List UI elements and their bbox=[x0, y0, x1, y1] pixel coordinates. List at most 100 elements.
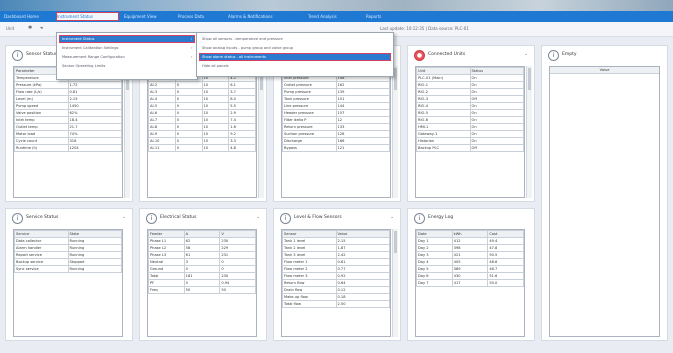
table-row[interactable]: Runtime (h) 1204 bbox=[14, 144, 122, 152]
data-grid[interactable]: ParameterValueTemperatureNormalPressure … bbox=[13, 66, 123, 198]
table-row[interactable]: RIO-2 On bbox=[416, 88, 524, 96]
table-row[interactable]: Return flow 0.64 bbox=[282, 279, 390, 287]
table-row[interactable]: Pressure (kPa) 1.72 bbox=[14, 81, 122, 89]
table-row[interactable]: Flow meter 2 0.77 bbox=[282, 265, 390, 273]
pin-icon[interactable]: ✱ bbox=[28, 25, 32, 31]
data-grid[interactable]: Unit Status PLC-01 (Main) On RIO-1 On RIO-2 On R… bbox=[415, 66, 525, 198]
table-row[interactable]: Report service Running bbox=[14, 251, 122, 259]
table-row[interactable]: RIO-3 Off bbox=[416, 95, 524, 103]
table-row[interactable]: Ground 0 0 bbox=[148, 265, 256, 273]
table-row[interactable]: Freq 50 50 bbox=[148, 286, 256, 294]
table-row[interactable]: Backup service Stopped bbox=[14, 258, 122, 266]
menu-item-instrument-status[interactable]: Instrument Status bbox=[56, 12, 119, 21]
vertical-scrollbar[interactable] bbox=[258, 66, 264, 198]
table-row[interactable]: RIO-5 On bbox=[416, 109, 524, 117]
table-row[interactable]: Inlet temp 18.4 bbox=[14, 116, 122, 124]
menu-item-trends[interactable]: Trend Analysis bbox=[308, 13, 360, 20]
table-row[interactable]: Pump speed 1450 bbox=[14, 102, 122, 110]
vertical-scrollbar[interactable] bbox=[392, 66, 398, 198]
menu-item-alarms[interactable]: Alarms & Notifications bbox=[228, 13, 302, 20]
table-row[interactable]: AI-7 0 10 7.4 bbox=[148, 116, 256, 124]
table-row[interactable]: Filter delta P 12 bbox=[282, 116, 390, 124]
table-row[interactable]: Drain flow 0.12 bbox=[282, 286, 390, 294]
nav-back-icon[interactable]: ◂ bbox=[40, 25, 43, 31]
table-row[interactable]: Tank 1 level 2.15 bbox=[282, 237, 390, 245]
table-row[interactable]: AI-5 0 10 5.5 bbox=[148, 102, 256, 110]
table-row[interactable]: Day 2 398 47.8 bbox=[416, 244, 524, 252]
table-row[interactable]: Neutral 3 0 bbox=[148, 258, 256, 266]
table-row[interactable]: AI-6 0 10 2.9 bbox=[148, 109, 256, 117]
table-row[interactable]: Suction pressure 128 bbox=[282, 130, 390, 138]
table-row[interactable]: AI-2 0 10 6.1 bbox=[148, 81, 256, 89]
data-grid[interactable]: Sensor Value Tank 1 level 2.15 Tank 2 level 1… bbox=[281, 229, 391, 337]
table-row[interactable]: Return pressure 133 bbox=[282, 123, 390, 131]
menu-item-reports[interactable]: Reports bbox=[366, 13, 396, 20]
menu-item-process-data[interactable]: Process Data bbox=[178, 13, 222, 20]
table-row[interactable]: Phase L3 61 231 bbox=[148, 251, 256, 259]
chevron-down-icon[interactable]: ⌄ bbox=[256, 215, 260, 220]
flyout-item[interactable]: Show alarm status - all instruments bbox=[199, 53, 391, 61]
table-row[interactable]: Phase L2 58 229 bbox=[148, 244, 256, 252]
submenu-item[interactable]: Measurement Range Configuration › bbox=[60, 54, 194, 60]
table-row[interactable]: AI-11 0 10 4.8 bbox=[148, 144, 256, 152]
chevron-down-icon[interactable]: ⌄ bbox=[390, 215, 394, 220]
chevron-down-icon[interactable]: ⌄ bbox=[122, 215, 126, 220]
table-row[interactable]: Pump pressure 139 bbox=[282, 88, 390, 96]
submenu-item[interactable]: Instrument Calibration Settings › bbox=[60, 45, 194, 51]
table-row[interactable]: RIO-6 On bbox=[416, 116, 524, 124]
table-row[interactable]: Total 181 230 bbox=[148, 272, 256, 280]
table-row[interactable]: Day 1 412 49.4 bbox=[416, 237, 524, 245]
menu-item-equipment[interactable]: Equipment View bbox=[124, 13, 172, 20]
table-row[interactable]: Bypass 121 bbox=[282, 144, 390, 152]
table-row[interactable]: AI-3 0 10 3.7 bbox=[148, 88, 256, 96]
table-row[interactable]: AI-10 0 10 3.3 bbox=[148, 137, 256, 145]
table-row[interactable]: Tank 2 level 1.87 bbox=[282, 244, 390, 252]
table-row[interactable]: Day 4 405 48.6 bbox=[416, 258, 524, 266]
table-row[interactable]: Data collector Running bbox=[14, 237, 122, 245]
data-grid[interactable]: Feeder A V Phase L1 62 230 Phase L2 58 229 Phase … bbox=[147, 229, 257, 337]
data-grid[interactable]: Date kWh Cost Day 1 412 49.4 Day 2 398 47.8 Day 3… bbox=[415, 229, 525, 337]
table-row[interactable]: Gateway-1 On bbox=[416, 130, 524, 138]
data-grid[interactable]: Service State Data collector Running Alarm h… bbox=[13, 229, 123, 337]
flyout-item[interactable]: Show all sensors - temperature and press… bbox=[200, 36, 390, 42]
table-row[interactable]: Valve position 62% bbox=[14, 109, 122, 117]
submenu-item[interactable]: Sensor Operating Limits bbox=[60, 63, 194, 69]
table-row[interactable]: Flow meter 1 0.81 bbox=[282, 258, 390, 266]
table-row[interactable]: Outlet temp 21.7 bbox=[14, 123, 122, 131]
flyout-item[interactable]: Hide all panels bbox=[200, 63, 390, 69]
table-row[interactable]: Outlet pressure 162 bbox=[282, 81, 390, 89]
table-row[interactable]: AI-9 0 10 9.2 bbox=[148, 130, 256, 138]
table-row[interactable]: PLC-01 (Main) On bbox=[416, 74, 524, 82]
submenu-item[interactable]: Instrument Status › bbox=[59, 35, 195, 43]
menu-item-dashboard[interactable]: Dashboard Home bbox=[4, 13, 51, 20]
table-row[interactable]: Tank 3 level 2.42 bbox=[282, 251, 390, 259]
table-row[interactable]: Backup PLC Off bbox=[416, 144, 524, 152]
table-row[interactable]: RIO-4 On bbox=[416, 102, 524, 110]
data-grid[interactable]: SensorkPaInlet pressure148Outlet pressur… bbox=[281, 66, 391, 198]
table-row[interactable]: Total flow 2.50 bbox=[282, 300, 390, 308]
table-row[interactable]: PF 0 0.94 bbox=[148, 279, 256, 287]
table-row[interactable]: Line pressure 144 bbox=[282, 102, 390, 110]
table-row[interactable]: Flow meter 3 0.92 bbox=[282, 272, 390, 280]
table-row[interactable]: Alarm handler Running bbox=[14, 244, 122, 252]
table-row[interactable]: AI-8 0 10 1.6 bbox=[148, 123, 256, 131]
chevron-down-icon[interactable]: ⌄ bbox=[524, 52, 528, 57]
table-row[interactable]: Cycle count 318 bbox=[14, 137, 122, 145]
table-row[interactable]: Header pressure 157 bbox=[282, 109, 390, 117]
data-grid[interactable]: AIMinMaxValAI-10104.2AI-20106.1AI-30103.… bbox=[147, 66, 257, 198]
flyout-item[interactable]: Show analog inputs - pump group and valv… bbox=[200, 45, 390, 51]
table-row[interactable]: Tank pressure 151 bbox=[282, 95, 390, 103]
table-row[interactable]: Day 7 417 50.0 bbox=[416, 279, 524, 287]
table-row[interactable]: Make-up flow 0.18 bbox=[282, 293, 390, 301]
table-row[interactable]: Flow rate (L/s) 0.81 bbox=[14, 88, 122, 96]
empty-grid[interactable]: Value bbox=[549, 66, 660, 337]
table-row[interactable]: RIO-1 On bbox=[416, 81, 524, 89]
table-row[interactable]: Day 3 421 50.5 bbox=[416, 251, 524, 259]
vertical-scrollbar[interactable] bbox=[392, 229, 398, 337]
table-row[interactable]: Day 5 389 46.7 bbox=[416, 265, 524, 273]
table-row[interactable]: Day 6 430 51.6 bbox=[416, 272, 524, 280]
table-row[interactable]: Historian On bbox=[416, 137, 524, 145]
vertical-scrollbar[interactable] bbox=[124, 66, 130, 198]
table-row[interactable]: HMI-1 On bbox=[416, 123, 524, 131]
table-row[interactable]: Motor load 74% bbox=[14, 130, 122, 138]
